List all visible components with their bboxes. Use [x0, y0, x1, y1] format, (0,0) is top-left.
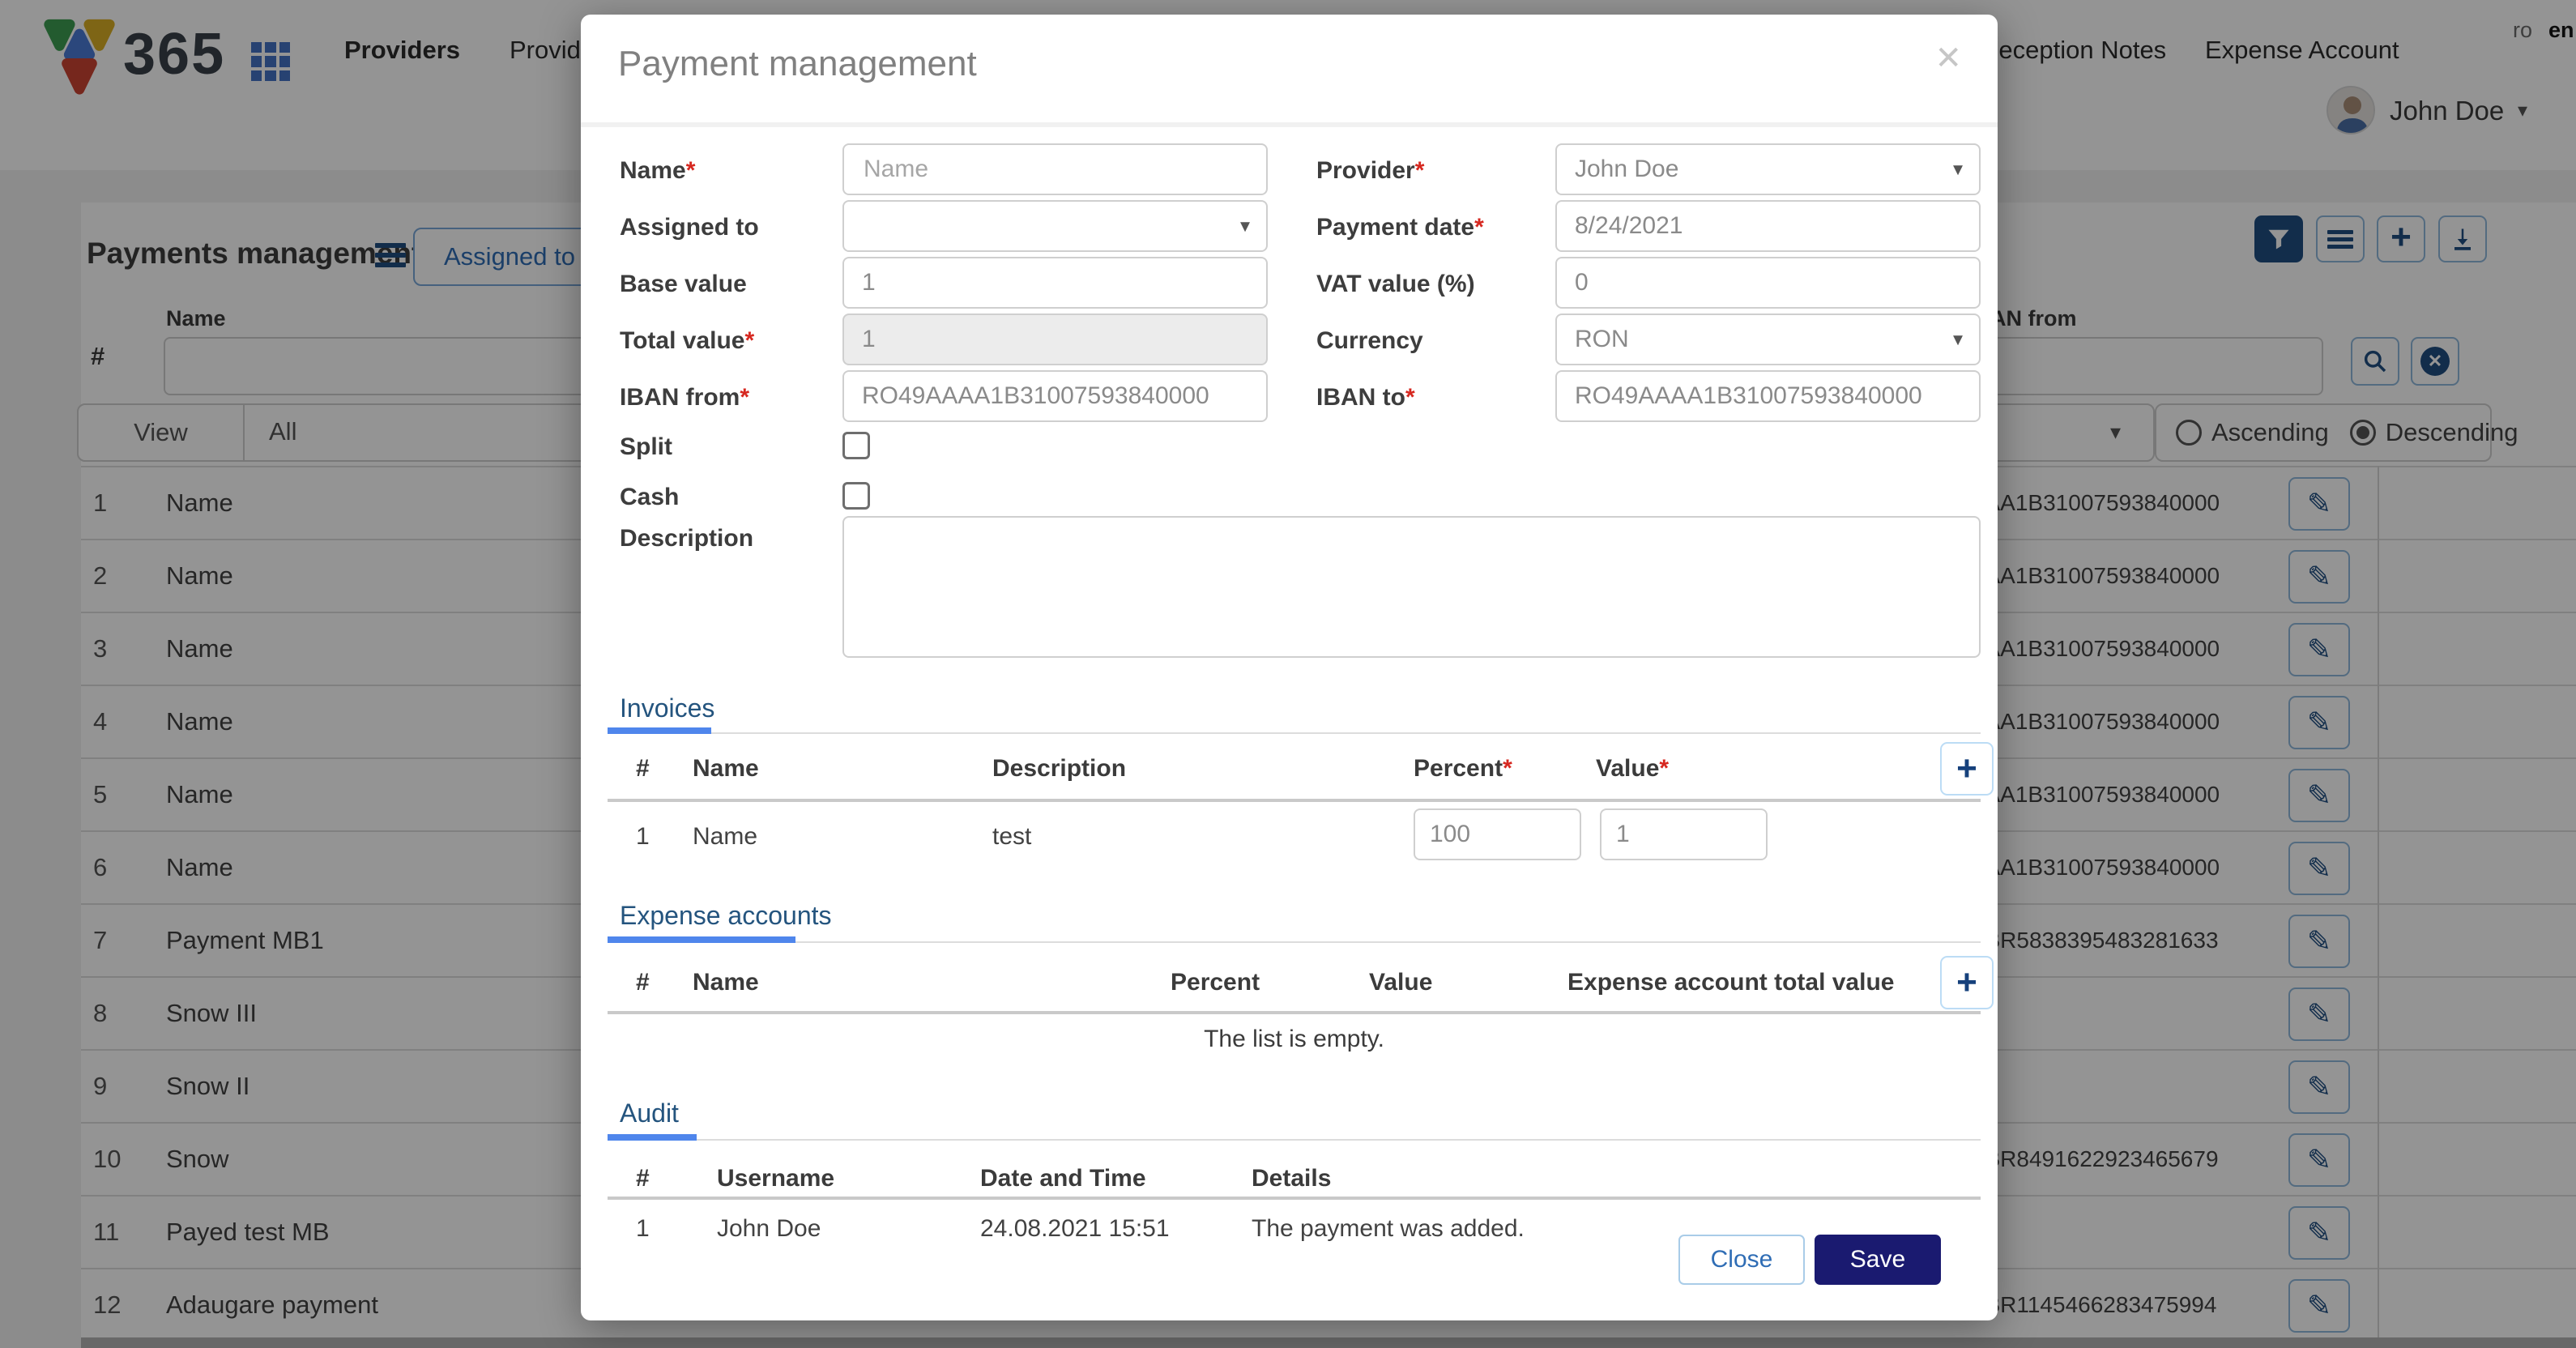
assigned-to-label: Assigned to — [620, 214, 759, 241]
name-input[interactable] — [862, 155, 1248, 184]
provider-label: Provider* — [1316, 157, 1424, 185]
audit-row-datetime: 24.08.2021 15:51 — [980, 1215, 1170, 1243]
close-button[interactable]: Close — [1678, 1235, 1805, 1285]
audit-header-datetime: Date and Time — [980, 1165, 1146, 1192]
invoice-row-name: Name — [693, 823, 757, 851]
invoices-header-value: Value* — [1596, 755, 1669, 783]
vat-value-field[interactable]: 0 — [1555, 257, 1981, 309]
tab-divider — [608, 732, 1981, 734]
audit-header-username: Username — [717, 1165, 834, 1192]
provider-select[interactable]: John Doe▾ — [1555, 143, 1981, 195]
expense-header-name: Name — [693, 969, 759, 996]
name-label: Name* — [620, 157, 695, 185]
currency-label: Currency — [1316, 327, 1423, 355]
expense-header-total: Expense account total value — [1567, 969, 1894, 996]
payment-date-label: Payment date* — [1316, 214, 1484, 241]
audit-header-divider — [608, 1197, 1981, 1200]
expense-header-index: # — [636, 969, 650, 996]
audit-row-username: John Doe — [717, 1215, 821, 1243]
iban-from-field[interactable]: RO49AAAA1B31007593840000 — [842, 370, 1268, 422]
active-tab-underline — [608, 1134, 697, 1141]
screen: 365 Providers Provider Reception Notes E… — [0, 0, 2576, 1348]
invoices-header-description: Description — [992, 755, 1126, 783]
tab-expense-accounts[interactable]: Expense accounts — [620, 901, 832, 931]
chevron-down-icon: ▾ — [1240, 215, 1250, 238]
invoice-row-index: 1 — [636, 823, 650, 851]
save-button[interactable]: Save — [1815, 1235, 1941, 1285]
tab-invoices[interactable]: Invoices — [620, 693, 714, 723]
base-value-field[interactable]: 1 — [842, 257, 1268, 309]
invoices-header-index: # — [636, 755, 650, 783]
modal-header-divider — [581, 122, 1998, 127]
audit-row-index: 1 — [636, 1215, 650, 1243]
description-textarea[interactable] — [842, 516, 1981, 658]
chevron-down-icon: ▾ — [1953, 328, 1963, 352]
split-label: Split — [620, 433, 672, 461]
audit-header-index: # — [636, 1165, 650, 1192]
invoice-percent-input[interactable]: 100 — [1414, 808, 1581, 860]
invoices-header-percent: Percent* — [1414, 755, 1512, 783]
payment-management-modal: Payment management ✕ Name* Assigned to ▾… — [581, 15, 1998, 1320]
plus-icon: + — [1956, 751, 1977, 787]
payment-date-field[interactable]: 8/24/2021 — [1555, 200, 1981, 252]
total-value-field: 1 — [842, 314, 1268, 365]
active-tab-underline — [608, 936, 795, 943]
invoice-row-description: test — [992, 823, 1031, 851]
total-value-label: Total value* — [620, 327, 754, 355]
base-value-label: Base value — [620, 271, 747, 298]
expense-header-percent: Percent — [1171, 969, 1260, 996]
tab-divider — [608, 941, 1981, 943]
iban-from-label: IBAN from* — [620, 384, 749, 412]
cash-checkbox[interactable] — [842, 482, 870, 510]
add-expense-account-button[interactable]: + — [1940, 956, 1994, 1009]
close-icon[interactable]: ✕ — [1930, 39, 1967, 78]
chevron-down-icon: ▾ — [1953, 158, 1963, 181]
add-invoice-button[interactable]: + — [1940, 742, 1994, 796]
iban-to-field[interactable]: RO49AAAA1B31007593840000 — [1555, 370, 1981, 422]
expense-header-value: Value — [1369, 969, 1432, 996]
audit-header-details: Details — [1252, 1165, 1331, 1192]
description-label: Description — [620, 525, 753, 552]
expense-header-divider — [608, 1011, 1981, 1014]
modal-title: Payment management — [618, 44, 977, 84]
iban-to-label: IBAN to* — [1316, 384, 1415, 412]
invoices-header-divider — [608, 799, 1981, 802]
currency-select[interactable]: RON▾ — [1555, 314, 1981, 365]
invoice-value-input[interactable]: 1 — [1600, 808, 1768, 860]
empty-list-text: The list is empty. — [608, 1026, 1981, 1053]
split-checkbox[interactable] — [842, 432, 870, 459]
vat-value-label: VAT value (%) — [1316, 271, 1475, 298]
plus-icon: + — [1956, 965, 1977, 1000]
assigned-to-select[interactable]: ▾ — [842, 200, 1268, 252]
audit-row-details: The payment was added. — [1252, 1215, 1525, 1243]
active-tab-underline — [608, 727, 711, 734]
cash-label: Cash — [620, 484, 679, 511]
tab-divider — [608, 1139, 1981, 1141]
name-field[interactable] — [842, 143, 1268, 195]
invoices-header-name: Name — [693, 755, 759, 783]
tab-audit[interactable]: Audit — [620, 1098, 679, 1128]
